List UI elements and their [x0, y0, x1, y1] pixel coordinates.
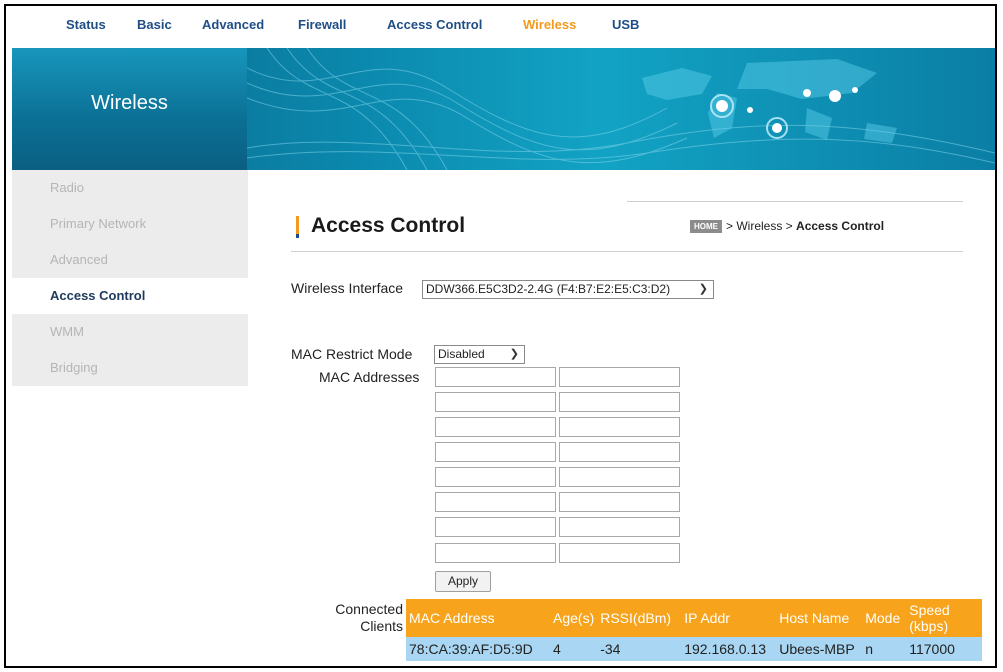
- apply-button[interactable]: Apply: [435, 571, 491, 592]
- mac-address-input-10[interactable]: [559, 467, 680, 487]
- header-divider-top: [627, 201, 963, 202]
- world-map-banner-image: [247, 48, 995, 170]
- sidebar-item-bridging[interactable]: Bridging: [12, 350, 248, 386]
- mac-address-input-12[interactable]: [559, 492, 680, 512]
- mac-address-input-6[interactable]: [559, 417, 680, 437]
- banner-title: Wireless: [91, 92, 168, 114]
- mac-restrict-mode-label: MAC Restrict Mode: [291, 346, 413, 362]
- wireless-interface-label: Wireless Interface: [291, 280, 404, 296]
- title-accent-bar: [296, 216, 299, 234]
- mac-address-input-2[interactable]: [559, 367, 680, 387]
- nav-status[interactable]: Status: [66, 17, 106, 32]
- cell-mac-address: 78:CA:39:AF:D5:9D: [406, 637, 550, 661]
- mac-address-input-9[interactable]: [435, 467, 556, 487]
- page-frame: Status Basic Advanced Firewall Access Co…: [4, 4, 997, 668]
- mac-address-input-8[interactable]: [559, 442, 680, 462]
- page-title: Access Control: [311, 214, 466, 237]
- cell-mode: n: [862, 637, 907, 661]
- mac-address-input-16[interactable]: [559, 543, 680, 563]
- wireless-interface-select[interactable]: DDW366.E5C3D2-2.4G (F4:B7:E2:E5:C3:D2) ❯: [422, 280, 714, 299]
- sidebar-item-wmm[interactable]: WMM: [12, 314, 248, 350]
- sidebar-item-advanced[interactable]: Advanced: [12, 242, 248, 278]
- column-header-rssi: RSSI(dBm): [597, 599, 682, 637]
- connected-clients-label-line2: Clients: [360, 618, 403, 634]
- mac-address-input-11[interactable]: [435, 492, 556, 512]
- sidebar-item-primary-network[interactable]: Primary Network: [12, 206, 248, 242]
- mac-restrict-mode-select[interactable]: Disabled ❯: [434, 345, 525, 364]
- column-header-mode: Mode: [862, 599, 907, 637]
- nav-usb[interactable]: USB: [612, 17, 639, 32]
- mac-address-input-4[interactable]: [559, 392, 680, 412]
- cell-host-name: Ubees-MBP: [776, 637, 863, 661]
- nav-advanced[interactable]: Advanced: [202, 17, 264, 32]
- mac-address-input-3[interactable]: [435, 392, 556, 412]
- column-header-ip-addr: IP Addr: [681, 599, 777, 637]
- mac-address-input-1[interactable]: [435, 367, 556, 387]
- chevron-down-icon: ❯: [698, 283, 708, 295]
- table-row: 78:CA:39:AF:D5:9D 4 -34 192.168.0.13 Ube…: [406, 637, 983, 661]
- nav-basic[interactable]: Basic: [137, 17, 172, 32]
- mac-address-input-7[interactable]: [435, 442, 556, 462]
- mac-address-input-14[interactable]: [559, 517, 680, 537]
- connected-clients-table: MAC Address Age(s) RSSI(dBm) IP Addr Hos…: [406, 599, 983, 661]
- chevron-down-icon: ❯: [509, 348, 519, 360]
- top-nav: Status Basic Advanced Firewall Access Co…: [6, 6, 995, 46]
- breadcrumb: HOME > Wireless > Access Control: [690, 219, 885, 234]
- table-header-row: MAC Address Age(s) RSSI(dBm) IP Addr Hos…: [406, 599, 983, 637]
- column-header-age: Age(s): [550, 599, 598, 637]
- connected-clients-label-line1: Connected: [335, 601, 403, 617]
- column-header-speed: Speed (kbps): [906, 599, 983, 637]
- mac-restrict-mode-value: Disabled: [438, 347, 485, 361]
- header-divider-bottom: [291, 251, 963, 252]
- nav-firewall[interactable]: Firewall: [298, 17, 346, 32]
- sidebar-item-radio[interactable]: Radio: [12, 170, 248, 206]
- breadcrumb-path: > Wireless >: [726, 219, 797, 233]
- banner: Wireless: [12, 48, 995, 170]
- wireless-interface-value: DDW366.E5C3D2-2.4G (F4:B7:E2:E5:C3:D2): [426, 282, 671, 296]
- nav-wireless[interactable]: Wireless: [523, 17, 576, 32]
- sidebar-item-access-control[interactable]: Access Control: [12, 278, 248, 314]
- cell-rssi: -34: [597, 637, 682, 661]
- sidebar: Radio Primary Network Advanced Access Co…: [12, 170, 248, 386]
- banner-title-panel: Wireless: [12, 48, 247, 170]
- title-accent-bar-small: [296, 234, 299, 238]
- cell-age: 4: [550, 637, 598, 661]
- connected-clients-label: Connected Clients: [324, 601, 403, 635]
- column-header-mac-address: MAC Address: [406, 599, 550, 637]
- breadcrumb-current: Access Control: [796, 219, 885, 233]
- breadcrumb-home-link[interactable]: HOME: [690, 220, 722, 234]
- cell-ip-addr: 192.168.0.13: [681, 637, 777, 661]
- nav-access-control[interactable]: Access Control: [387, 17, 482, 32]
- mac-address-input-15[interactable]: [435, 543, 556, 563]
- mac-address-input-13[interactable]: [435, 517, 556, 537]
- column-header-host-name: Host Name: [776, 599, 863, 637]
- cell-speed: 117000: [906, 637, 983, 661]
- mac-address-input-5[interactable]: [435, 417, 556, 437]
- mac-addresses-label: MAC Addresses: [319, 369, 420, 385]
